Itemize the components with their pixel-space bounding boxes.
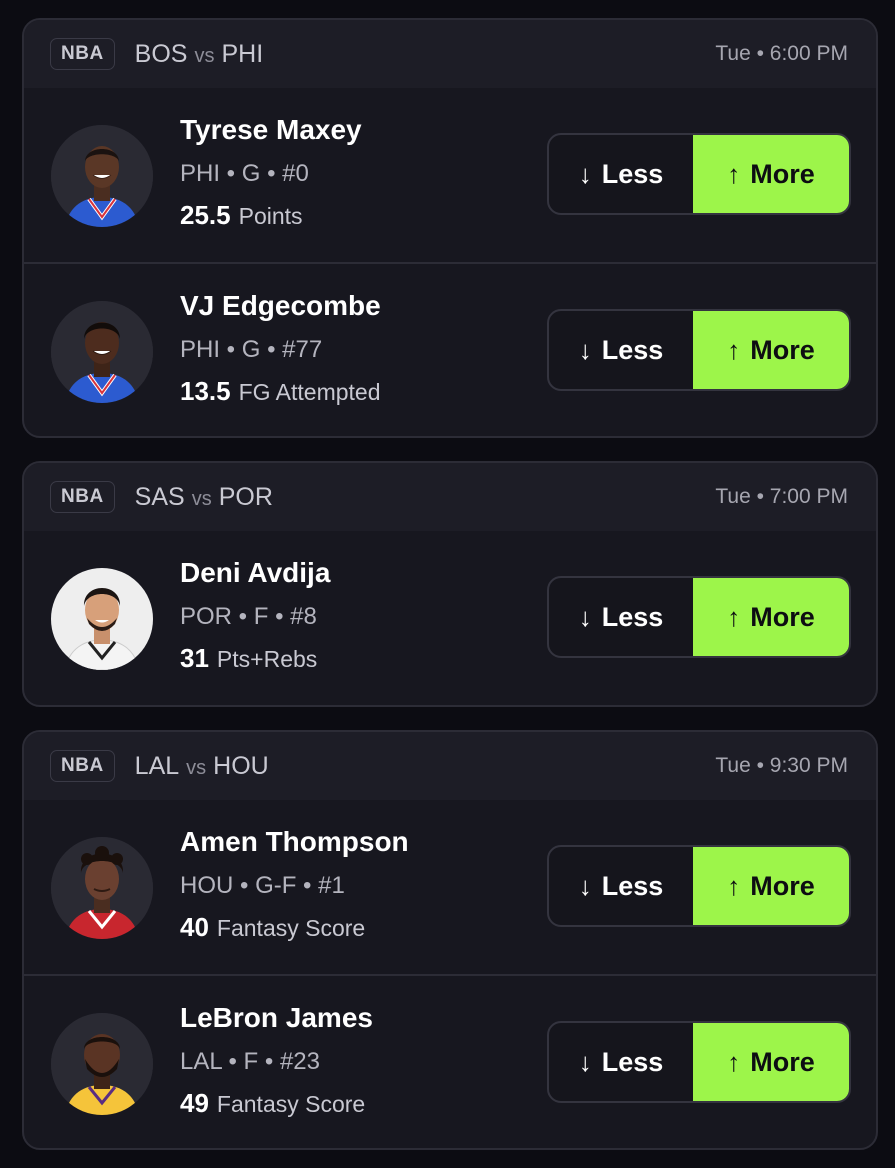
home-team: LAL (134, 751, 180, 780)
player-name: Deni Avdija (180, 557, 331, 588)
projection-line: 31 Pts+Rebs (180, 643, 317, 674)
player-avatar[interactable] (51, 301, 153, 403)
player-row: LeBron James LAL • F • #23 49 Fantasy Sc… (24, 974, 876, 1148)
less-button[interactable]: ↓ Less (549, 311, 693, 389)
less-label: Less (601, 870, 664, 901)
more-button[interactable]: ↑ More (693, 847, 849, 925)
player-meta: POR • F • #8 (180, 603, 317, 630)
arrow-up-icon: ↑ (727, 158, 741, 189)
line-value: 49 (180, 1088, 209, 1118)
more-button[interactable]: ↑ More (693, 135, 849, 213)
home-team: BOS (134, 39, 188, 68)
player-avatar[interactable] (51, 1013, 153, 1115)
less-button[interactable]: ↓ Less (549, 847, 693, 925)
arrow-down-icon: ↓ (578, 334, 592, 365)
game-card: NBA SAS vs POR Tue • 7:00 PM Deni Avdija… (22, 461, 878, 707)
less-label: Less (601, 334, 664, 365)
league-badge: NBA (50, 750, 115, 782)
vs-label: vs (194, 44, 215, 67)
player-row: Deni Avdija POR • F • #8 31 Pts+Rebs ↓ L… (24, 531, 876, 705)
arrow-up-icon: ↑ (727, 870, 741, 901)
matchup: SAS vs POR (135, 483, 273, 512)
away-team: HOU (213, 751, 269, 780)
projection-line: 13.5 FG Attempted (180, 376, 381, 407)
pick-toggle: ↓ Less ↑ More (547, 845, 851, 927)
player-meta: LAL • F • #23 (180, 1048, 320, 1075)
line-value: 31 (180, 643, 209, 673)
player-row: Amen Thompson HOU • G-F • #1 40 Fantasy … (24, 800, 876, 974)
arrow-down-icon: ↓ (578, 870, 592, 901)
home-team: SAS (134, 482, 185, 511)
less-label: Less (601, 1046, 664, 1077)
player-avatar[interactable] (51, 568, 153, 670)
projection-line: 40 Fantasy Score (180, 912, 365, 943)
pick-toggle: ↓ Less ↑ More (547, 309, 851, 391)
player-name: Amen Thompson (180, 826, 409, 857)
matchup: LAL vs HOU (135, 752, 269, 781)
vs-label: vs (186, 756, 207, 779)
pick-toggle: ↓ Less ↑ More (547, 576, 851, 658)
league-badge: NBA (50, 481, 115, 513)
more-label: More (750, 158, 815, 189)
more-button[interactable]: ↑ More (693, 311, 849, 389)
projection-line: 25.5 Points (180, 200, 303, 231)
player-avatar[interactable] (51, 125, 153, 227)
more-button[interactable]: ↑ More (693, 578, 849, 656)
vs-label: vs (191, 487, 212, 510)
line-stat: Pts+Rebs (216, 646, 318, 672)
game-card: NBA BOS vs PHI Tue • 6:00 PM Tyrese Maxe… (22, 18, 878, 438)
player-row: VJ Edgecombe PHI • G • #77 13.5 FG Attem… (24, 262, 876, 436)
game-time: Tue • 7:00 PM (715, 485, 848, 508)
less-button[interactable]: ↓ Less (549, 135, 693, 213)
pick-toggle: ↓ Less ↑ More (547, 1021, 851, 1103)
line-stat: Fantasy Score (216, 915, 366, 941)
player-avatar[interactable] (51, 837, 153, 939)
arrow-up-icon: ↑ (727, 1046, 741, 1077)
player-name: Tyrese Maxey (180, 114, 362, 145)
more-button[interactable]: ↑ More (693, 1023, 849, 1101)
player-name: LeBron James (180, 1002, 373, 1033)
less-label: Less (601, 158, 664, 189)
game-header: NBA BOS vs PHI Tue • 6:00 PM (24, 20, 876, 88)
line-value: 40 (180, 912, 209, 942)
game-time: Tue • 9:30 PM (715, 754, 848, 777)
line-value: 25.5 (180, 200, 231, 230)
less-button[interactable]: ↓ Less (549, 1023, 693, 1101)
arrow-down-icon: ↓ (578, 601, 592, 632)
line-stat: Fantasy Score (216, 1091, 366, 1117)
away-team: PHI (221, 39, 264, 68)
game-time: Tue • 6:00 PM (715, 42, 848, 65)
game-header: NBA SAS vs POR Tue • 7:00 PM (24, 463, 876, 531)
game-card: NBA LAL vs HOU Tue • 9:30 PM Amen Thomps… (22, 730, 878, 1150)
line-stat: Points (238, 203, 303, 229)
more-label: More (750, 1046, 815, 1077)
more-label: More (750, 601, 815, 632)
player-meta: PHI • G • #77 (180, 336, 323, 363)
arrow-up-icon: ↑ (727, 334, 741, 365)
projection-line: 49 Fantasy Score (180, 1088, 365, 1119)
matchup: BOS vs PHI (135, 40, 263, 69)
less-label: Less (601, 601, 664, 632)
player-meta: HOU • G-F • #1 (180, 872, 345, 899)
league-badge: NBA (50, 38, 115, 70)
player-meta: PHI • G • #0 (180, 160, 309, 187)
less-button[interactable]: ↓ Less (549, 578, 693, 656)
player-name: VJ Edgecombe (180, 290, 381, 321)
away-team: POR (218, 482, 273, 511)
game-header: NBA LAL vs HOU Tue • 9:30 PM (24, 732, 876, 800)
pick-toggle: ↓ Less ↑ More (547, 133, 851, 215)
line-stat: FG Attempted (238, 379, 381, 405)
more-label: More (750, 870, 815, 901)
line-value: 13.5 (180, 376, 231, 406)
more-label: More (750, 334, 815, 365)
arrow-down-icon: ↓ (578, 1046, 592, 1077)
arrow-up-icon: ↑ (727, 601, 741, 632)
arrow-down-icon: ↓ (578, 158, 592, 189)
player-row: Tyrese Maxey PHI • G • #0 25.5 Points ↓ … (24, 88, 876, 262)
